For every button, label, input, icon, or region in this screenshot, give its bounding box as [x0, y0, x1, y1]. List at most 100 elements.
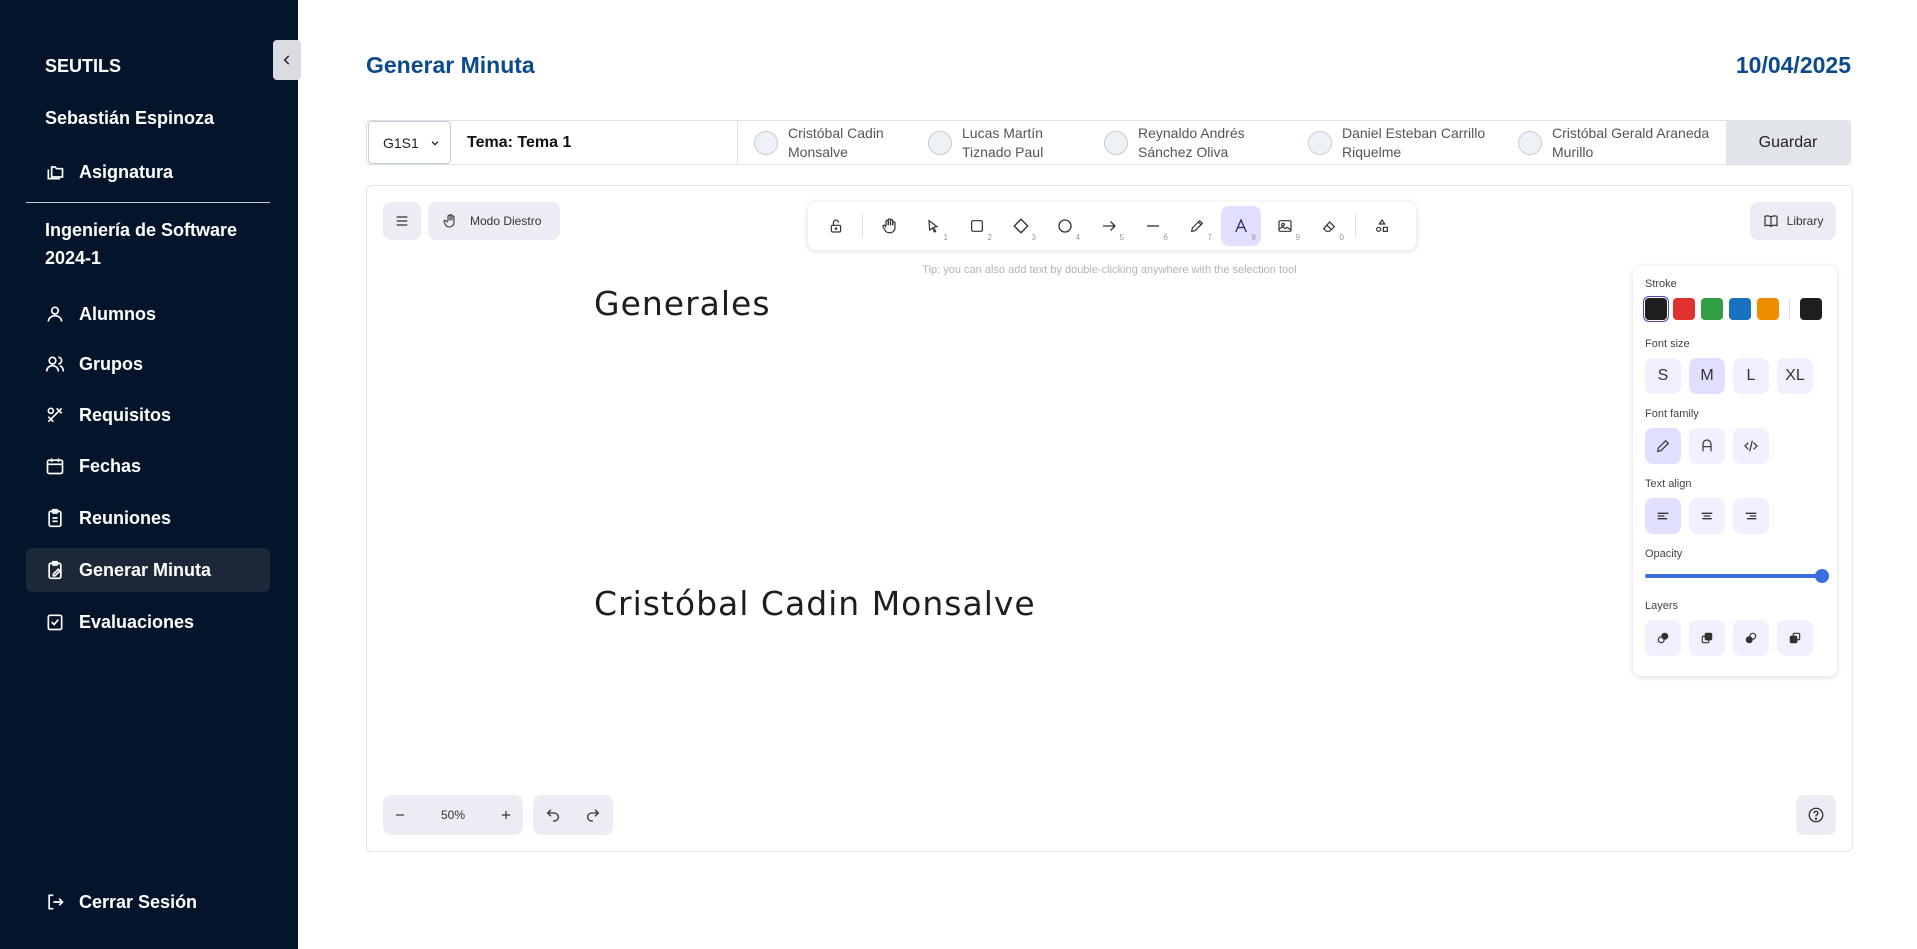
font-size-m[interactable]: M	[1689, 358, 1725, 394]
stroke-color-swatch[interactable]	[1701, 298, 1723, 320]
align-left[interactable]	[1645, 498, 1681, 534]
tool-key: 1	[943, 233, 948, 242]
save-button[interactable]: Guardar	[1726, 121, 1850, 164]
bring-to-front[interactable]	[1777, 620, 1813, 656]
attendance-student[interactable]: Cristóbal Gerald Araneda Murillo	[1502, 124, 1718, 162]
tool-diamond[interactable]: 3	[1001, 206, 1041, 246]
user-icon	[47, 306, 63, 322]
font-normal[interactable]	[1689, 428, 1725, 464]
tool-ellipse[interactable]: 4	[1045, 206, 1085, 246]
whiteboard-canvas[interactable]: Modo Diestro 1 2 3 4 5 6 7 8 9 0 Tip: yo…	[366, 185, 1853, 852]
font-size-s[interactable]: S	[1645, 358, 1681, 394]
help-icon	[1808, 807, 1824, 823]
stroke-label: Stroke	[1645, 278, 1677, 290]
attendance-student[interactable]: Reynaldo Andrés Sánchez Oliva	[1088, 124, 1292, 162]
main-menu-button[interactable]	[383, 202, 421, 240]
sidebar-item-alumnos[interactable]: Alumnos	[26, 292, 270, 336]
attendance-radio[interactable]	[754, 130, 778, 155]
opacity-thumb[interactable]	[1815, 569, 1829, 583]
tool-rectangle[interactable]: 2	[957, 206, 997, 246]
help-button[interactable]	[1796, 795, 1836, 835]
collapse-sidebar-button[interactable]	[273, 40, 301, 80]
attendance-student[interactable]: Lucas Martín Tiznado Paul	[912, 124, 1088, 162]
library-button[interactable]: Library	[1750, 202, 1836, 240]
undo-redo-controls	[533, 795, 613, 835]
sidebar-item-asignatura[interactable]: Asignatura	[26, 150, 270, 194]
font-code[interactable]	[1733, 428, 1769, 464]
align-center[interactable]	[1689, 498, 1725, 534]
sidebar-item-grupos[interactable]: Grupos	[26, 342, 270, 386]
logout-button[interactable]: Cerrar Sesión	[26, 880, 270, 924]
sidebar-item-label: Evaluaciones	[79, 611, 195, 632]
tool-key: 5	[1119, 233, 1124, 242]
chevron-left-icon	[283, 55, 290, 65]
attendance-student[interactable]: Cristóbal Cadin Monsalve	[738, 124, 912, 162]
arrow-icon	[1103, 221, 1116, 231]
align-right[interactable]	[1733, 498, 1769, 534]
mode-button[interactable]: Modo Diestro	[428, 202, 560, 240]
tool-arrow[interactable]: 5	[1089, 206, 1129, 246]
stroke-color-swatch[interactable]	[1729, 298, 1751, 320]
current-stroke-swatch[interactable]	[1800, 298, 1822, 320]
attendance-radio[interactable]	[1518, 130, 1542, 155]
font-size-l[interactable]: L	[1733, 358, 1769, 394]
attendance-bar: G1S1 Tema: Tema 1 Cristóbal Cadin Monsalv…	[366, 120, 1851, 165]
attendance-radio[interactable]	[928, 130, 952, 155]
font-size-options: S M L XL	[1645, 358, 1825, 394]
sidebar-item-requisitos[interactable]: Requisitos	[26, 393, 270, 437]
font-family-options	[1645, 428, 1825, 464]
tool-text[interactable]: 8	[1221, 206, 1261, 246]
send-backward[interactable]	[1689, 620, 1725, 656]
tool-key: 8	[1251, 233, 1256, 242]
pencil-icon	[1190, 219, 1204, 233]
bring-forward[interactable]	[1733, 620, 1769, 656]
send-to-back[interactable]	[1645, 620, 1681, 656]
sidebar-item-label: Generar Minuta	[79, 559, 212, 580]
tool-lock[interactable]	[816, 206, 856, 246]
sidebar-item-label: Requisitos	[79, 404, 172, 425]
zoom-level[interactable]: 50%	[441, 808, 465, 822]
redo-icon[interactable]	[585, 807, 601, 823]
align-center-icon	[1701, 512, 1713, 520]
undo-icon[interactable]	[545, 807, 561, 823]
attendance-student[interactable]: Daniel Esteban Carrillo Riquelme	[1292, 124, 1502, 162]
stroke-color-swatch[interactable]	[1757, 298, 1779, 320]
page-title: Generar Minuta	[366, 52, 535, 78]
group-select-value: G1S1	[383, 134, 419, 151]
stroke-color-swatch[interactable]	[1673, 298, 1695, 320]
student-name: Lucas Martín Tiznado Paul	[962, 124, 1043, 162]
attendance-radio[interactable]	[1104, 130, 1128, 155]
tool-selection[interactable]: 1	[913, 206, 953, 246]
shapes-icon	[1376, 218, 1388, 232]
sidebar-item-generar-minuta[interactable]: Generar Minuta	[26, 548, 270, 592]
sidebar-item-fechas[interactable]: Fechas	[26, 444, 270, 488]
student-name-line: Cristóbal Gerald Araneda	[1552, 124, 1710, 141]
sidebar-item-reuniones[interactable]: Reuniones	[26, 496, 270, 540]
tool-hand[interactable]	[869, 206, 909, 246]
sidebar-item-evaluaciones[interactable]: Evaluaciones	[26, 600, 270, 644]
tool-key: 6	[1163, 233, 1168, 242]
font-hand-drawn[interactable]	[1645, 428, 1681, 464]
tool-more-shapes[interactable]	[1362, 206, 1402, 246]
opacity-slider[interactable]	[1645, 568, 1829, 584]
sidebar-item-label: Alumnos	[79, 303, 157, 324]
text-align-options	[1645, 498, 1825, 534]
zoom-out-icon[interactable]	[393, 808, 407, 822]
text-icon	[1235, 218, 1247, 233]
tool-line[interactable]: 6	[1133, 206, 1173, 246]
rectangle-icon	[971, 220, 983, 232]
font-size-xl[interactable]: XL	[1777, 358, 1813, 394]
canvas-text-element[interactable]: Generales	[594, 284, 771, 323]
sidebar-item-label: Asignatura	[79, 161, 174, 182]
brand-title: SEUTILS	[45, 56, 122, 76]
calendar-icon	[46, 458, 64, 475]
tool-pencil[interactable]: 7	[1177, 206, 1217, 246]
group-select[interactable]: G1S1	[368, 121, 451, 164]
stroke-color-swatch[interactable]	[1645, 298, 1667, 320]
tool-eraser[interactable]: 0	[1309, 206, 1349, 246]
student-name-line: Riquelme	[1342, 143, 1402, 160]
tool-image[interactable]: 9	[1265, 206, 1305, 246]
zoom-in-icon[interactable]	[499, 808, 513, 822]
attendance-radio[interactable]	[1308, 130, 1332, 155]
canvas-text-element[interactable]: Cristóbal Cadin Monsalve	[594, 584, 1036, 623]
